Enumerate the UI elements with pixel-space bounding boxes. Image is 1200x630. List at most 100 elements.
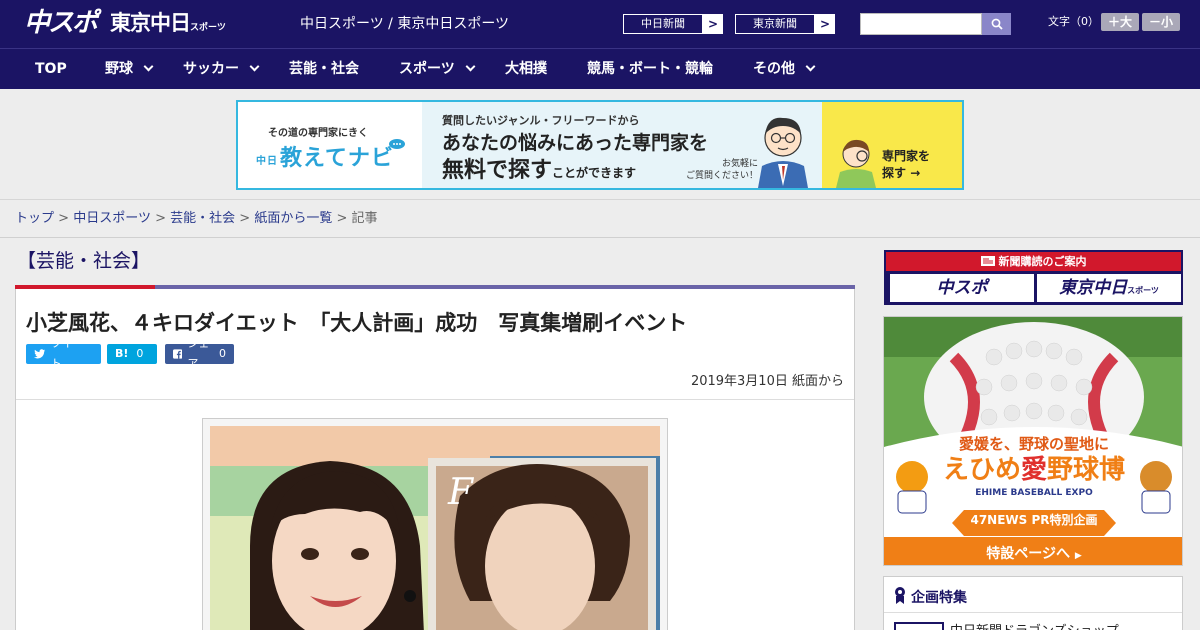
facebook-count: 0 — [219, 347, 226, 360]
breadcrumb-paper-list[interactable]: 紙面から一覧 — [254, 211, 332, 226]
site-title-link[interactable]: 中日スポーツ / 東京中日スポーツ — [300, 15, 509, 33]
nav-sports[interactable]: スポーツ — [399, 49, 476, 90]
nav-racing[interactable]: 競馬・ボート・競輪 — [587, 49, 713, 90]
expo-title-b: 愛 — [1020, 455, 1047, 485]
nav-baseball[interactable]: 野球 — [105, 49, 154, 90]
hatena-count: 0 — [136, 347, 144, 360]
tokyo-shimbun-button[interactable]: 東京新聞 > — [734, 13, 836, 35]
tokyo-shimbun-label: 東京新聞 — [735, 14, 815, 34]
nav-sumo[interactable]: 大相撲 — [505, 49, 547, 90]
breadcrumb-chunichi-sports[interactable]: 中日スポーツ — [73, 211, 151, 226]
banner-line2: あなたの悩みにあった専門家を — [442, 132, 709, 154]
expo-pr: 47NEWS PR特別企画 — [970, 513, 1098, 527]
breadcrumb-home[interactable]: トップ — [15, 211, 54, 226]
article-date: 2019年3月10日 — [690, 374, 788, 389]
chevron-right-icon: > — [819, 17, 831, 31]
chevron-right-icon: > — [707, 17, 719, 31]
article-photo[interactable]: F — [210, 426, 660, 630]
subscribe-chuspo-button[interactable]: 中スポ — [890, 274, 1034, 302]
expo-subtitle: EHIME BASEBALL EXPO — [975, 488, 1093, 498]
banner-line3-big: 無料で探す — [442, 158, 553, 183]
subscribe-tokyo-label: 東京中日 — [1059, 278, 1128, 298]
expo-title-c: 野球博 — [1047, 455, 1126, 485]
special-feature-header: 企画特集 — [884, 577, 1182, 613]
tweet-button[interactable]: ツイート — [26, 337, 101, 370]
nav-top[interactable]: TOP — [35, 49, 67, 90]
nav-other[interactable]: その他 — [753, 49, 816, 90]
nav-entertainment[interactable]: 芸能・社会 — [289, 49, 359, 90]
cta-line1: 専門家を — [882, 149, 931, 163]
hatena-icon: B! — [115, 347, 129, 360]
twitter-bird-icon — [34, 349, 46, 359]
cta-line2-text: 探す — [882, 166, 907, 180]
dragons-shop-thumbnail[interactable] — [894, 622, 944, 630]
banner-brand-area: その道の専門家にきく 中日教えてナビ — [238, 102, 422, 188]
article-dateline: 2019年3月10日 紙面から — [691, 370, 844, 389]
breadcrumb-current: 記事 — [351, 211, 378, 226]
special-feature-box: 企画特集 中日新聞ドラゴンズショップ — [883, 576, 1183, 630]
consultant-illustration — [758, 117, 808, 188]
banner-tagline: その道の専門家にきく — [268, 128, 368, 139]
facebook-share-button[interactable]: シェア 0 — [165, 337, 234, 370]
article-headline: 小芝風花、４キロダイエット 「大人計画」成功 写真集増刷イベント — [26, 311, 688, 335]
nav-soccer[interactable]: サッカー — [183, 49, 260, 90]
chunichi-shimbun-label: 中日新聞 — [623, 14, 703, 34]
subscription-box: 新聞購読のご案内 中スポ 東京中日スポーツ — [884, 250, 1183, 305]
article-photo-frame: F — [202, 418, 668, 630]
banner-cta[interactable]: 専門家を探す → — [882, 148, 930, 182]
article-card: 小芝風花、４キロダイエット 「大人計画」成功 写真集増刷イベント ツイート B!… — [15, 285, 855, 630]
hatena-bookmark-button[interactable]: B! 0 — [107, 344, 157, 364]
breadcrumb-separator: > — [58, 211, 70, 226]
arrow-right-icon: → — [910, 166, 921, 180]
banner-brand: 中日教えてナビ — [256, 140, 394, 172]
chevron-down-icon — [249, 61, 260, 72]
expo-title: えひめ愛野球博 — [884, 453, 1182, 487]
chunichi-shimbun-button[interactable]: 中日新聞 > — [622, 13, 724, 35]
chevron-down-icon — [465, 61, 476, 72]
nav-label: スポーツ — [399, 61, 455, 77]
banner-line3-small: ことができます — [552, 166, 637, 180]
chevron-down-icon — [143, 61, 154, 72]
ehime-baseball-expo-ad[interactable]: 愛媛を、野球の聖地に えひめ愛野球博 EHIME BASEBALL EXPO 4… — [883, 316, 1183, 566]
expo-cta-text: 特設ページへ — [986, 546, 1070, 562]
subscribe-tokyo-chunichi-button[interactable]: 東京中日スポーツ — [1037, 274, 1181, 302]
search-icon — [991, 18, 1003, 30]
font-size-up-button[interactable]: ＋大 — [1101, 13, 1139, 31]
article-top-accent — [15, 285, 155, 289]
tweet-label: ツイート — [50, 337, 84, 370]
font-size-label: 文字（0） — [1048, 15, 1099, 28]
nav-label: TOP — [35, 61, 67, 77]
facebook-share-label: シェア — [187, 337, 210, 370]
tokyo-chunichi-logo[interactable]: 東京中日スポーツ — [110, 9, 226, 42]
banner-brand-name: 教えてナビ — [280, 146, 394, 171]
banner-area: その道の専門家にきく 中日教えてナビ 質問したいジャンル・フリーワードから あな… — [0, 89, 1200, 200]
speech-bubble-icon — [389, 139, 405, 149]
breadcrumb-separator: > — [336, 211, 348, 226]
font-size-down-button[interactable]: －小 — [1142, 13, 1180, 31]
special-feature-title: 企画特集 — [911, 590, 967, 606]
expo-cta[interactable]: 特設ページへ ▶ — [884, 543, 1182, 563]
chuspo-logo[interactable]: 中スポ — [24, 7, 98, 39]
banner-brand-prefix: 中日 — [256, 155, 278, 167]
banner-line3: 無料で探すことができます — [442, 152, 636, 184]
facebook-icon — [173, 349, 183, 359]
tokyo-logo-sub: スポーツ — [190, 23, 226, 33]
expo-title-a: えひめ — [942, 455, 1021, 485]
cta-line2: 探す → — [882, 165, 930, 182]
breadcrumb-entertainment[interactable]: 芸能・社会 — [170, 211, 235, 226]
breadcrumb-separator: > — [239, 211, 251, 226]
nav-label: 競馬・ボート・競輪 — [587, 61, 713, 77]
photobook-letter: F — [447, 472, 475, 513]
nav-label: 芸能・社会 — [289, 61, 359, 77]
subscription-heading-text: 新聞購読のご案内 — [998, 255, 1087, 268]
search-button[interactable] — [982, 13, 1011, 35]
nav-label: サッカー — [183, 61, 239, 77]
banner-line1: 質問したいジャンル・フリーワードから — [442, 114, 640, 127]
dragons-shop-link[interactable]: 中日新聞ドラゴンズショップ — [950, 620, 1119, 630]
expo-catch: 愛媛を、野球の聖地に — [958, 435, 1109, 453]
search-input[interactable] — [860, 13, 982, 35]
subscription-heading: 新聞購読のご案内 — [886, 252, 1181, 271]
tokyo-logo-main: 東京中日 — [110, 11, 191, 35]
ribbon-icon — [895, 587, 905, 604]
oshiete-navi-banner[interactable]: その道の専門家にきく 中日教えてナビ 質問したいジャンル・フリーワードから あな… — [236, 100, 964, 190]
